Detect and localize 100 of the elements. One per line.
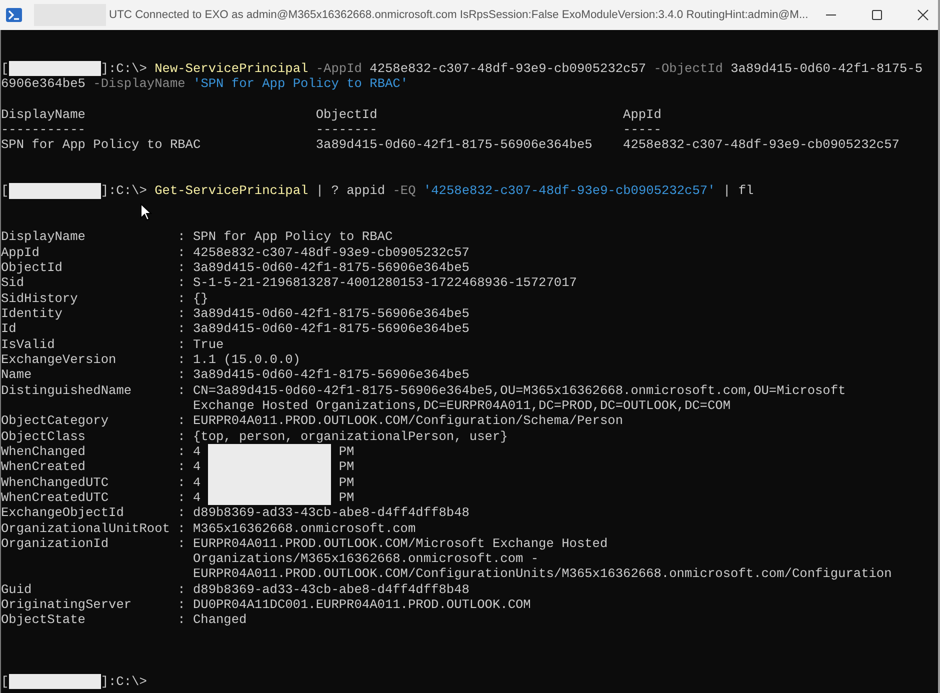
property-name: DistinguishedName bbox=[1, 382, 133, 400]
prompt-text: ]:C:\> bbox=[100, 674, 147, 689]
property-name: Id bbox=[1, 321, 18, 337]
property-value: EURPR04A011.PROD.OUTLOOK.COM/Configuration/Schema/Person bbox=[192, 413, 624, 429]
property-separator: : bbox=[178, 382, 186, 400]
table-cell-text: SPN for App Policy to RBAC bbox=[1, 137, 202, 153]
property-separator: : bbox=[178, 444, 186, 460]
table-cell-text: 3a89d415-0d60-42f1-8175-56906e364be5 bbox=[316, 137, 594, 153]
argument-text: 6906e364be5 bbox=[1, 76, 86, 91]
pipe-operator: | bbox=[722, 183, 731, 198]
property-name: WhenChanged bbox=[1, 444, 86, 460]
property-name: WhenChangedUTC bbox=[1, 474, 110, 490]
header-rule: -------- bbox=[316, 122, 378, 138]
property-value: SPN for App Policy to RBAC bbox=[192, 229, 393, 245]
property-separator: : bbox=[178, 428, 186, 444]
property-name: OrganizationalUnitRoot bbox=[1, 520, 171, 536]
property-value: Changed bbox=[192, 612, 247, 628]
cmdlet-name: Get-ServicePrincipal bbox=[154, 183, 308, 198]
column-header: AppId bbox=[623, 106, 662, 122]
property-separator: : bbox=[178, 597, 186, 612]
property-name: Guid bbox=[1, 582, 33, 598]
property-value: 3a89d415-0d60-42f1-8175-56906e364be5 bbox=[192, 306, 470, 322]
prompt-text: [ bbox=[1, 183, 9, 198]
property-value: {top, person, organizationalPerson, user} bbox=[192, 428, 508, 444]
property-separator: : bbox=[178, 367, 186, 383]
property-value: 1.1 (15.0.0.0) bbox=[192, 352, 300, 368]
property-value: PM bbox=[338, 490, 354, 506]
property-name: DisplayName bbox=[1, 229, 86, 245]
property-name: ObjectState bbox=[1, 612, 86, 628]
property-separator: : bbox=[178, 260, 186, 276]
window-title: UTC Connected to EXO as admin@M365x16362668.onmicrosoft.com IsRpsSession:False ExoModuleVersion:3.4.0 RoutingHint:admin@M... bbox=[109, 9, 808, 21]
property-value: EURPR04A011.PROD.OUTLOOK.COM/Microsoft Exchange Hosted bbox=[192, 536, 608, 552]
property-value: 4 bbox=[192, 459, 201, 475]
property-separator: : bbox=[178, 352, 186, 368]
parameter-name: -AppId bbox=[316, 60, 362, 76]
string-literal: '4258e832-c307-48df-93e9-cb0905232c57' bbox=[423, 183, 716, 198]
property-value: 4 bbox=[192, 474, 201, 490]
property-value: CN=3a89d415-0d60-42f1-8175-56906e364be5,OU=M365x16362668.onmicrosoft.com,OU=Microsoft bbox=[192, 382, 846, 398]
header-rule: ----------- bbox=[1, 122, 86, 138]
parameter-name: -ObjectId bbox=[654, 60, 723, 76]
property-name: ObjectClass bbox=[1, 428, 86, 444]
property-value: PM bbox=[338, 459, 354, 475]
argument-text: fl bbox=[738, 183, 754, 198]
close-icon[interactable] bbox=[917, 9, 930, 21]
property-value: EURPR04A011.PROD.OUTLOOK.COM/ConfigurationUnits/M365x16362668.onmicrosoft.com/Configuration bbox=[192, 566, 892, 582]
argument-text: appid bbox=[346, 183, 386, 198]
property-value: d89b8369-ad33-43cb-abe8-d4ff4dff8b48 bbox=[192, 582, 470, 598]
property-separator: : bbox=[178, 413, 186, 429]
prompt-text: ]:C:\> bbox=[100, 183, 147, 198]
property-separator: : bbox=[178, 490, 186, 506]
property-separator: : bbox=[178, 229, 186, 245]
property-name: SidHistory bbox=[1, 290, 79, 306]
property-separator: : bbox=[178, 520, 186, 536]
column-header: DisplayName bbox=[1, 106, 86, 122]
property-separator: : bbox=[178, 275, 186, 291]
prompt-text: [ bbox=[1, 674, 9, 689]
property-value: S-1-5-21-2196813287-4001280153-1722468936-15727017 bbox=[192, 275, 577, 291]
property-name: ExchangeObjectId bbox=[1, 505, 125, 520]
mouse-pointer-icon bbox=[140, 203, 152, 221]
cmdlet-name: New-ServicePrincipal bbox=[154, 60, 308, 76]
property-name: WhenCreated bbox=[1, 459, 86, 475]
property-separator: : bbox=[178, 612, 186, 628]
property-name: IsValid bbox=[1, 336, 56, 352]
property-value: 3a89d415-0d60-42f1-8175-56906e364be5 bbox=[192, 260, 470, 276]
string-literal: 'SPN for App Policy to RBAC' bbox=[193, 76, 408, 91]
pipe-operator: ? bbox=[331, 183, 339, 198]
property-separator: : bbox=[178, 290, 186, 306]
property-separator: : bbox=[178, 505, 186, 520]
powershell-icon bbox=[6, 7, 22, 23]
property-separator: : bbox=[178, 336, 186, 352]
property-name: Sid bbox=[1, 275, 26, 291]
property-value: d89b8369-ad33-43cb-abe8-d4ff4dff8b48 bbox=[192, 505, 470, 520]
property-separator: : bbox=[178, 582, 186, 598]
property-separator: : bbox=[178, 459, 186, 475]
property-value: PM bbox=[338, 474, 354, 490]
property-name: WhenCreatedUTC bbox=[1, 490, 110, 506]
prompt-text: ]:C:\> bbox=[100, 60, 147, 76]
column-header: ObjectId bbox=[316, 106, 378, 122]
parameter-name: -DisplayName bbox=[93, 76, 186, 91]
property-name: Name bbox=[1, 367, 33, 383]
maximize-icon[interactable] bbox=[871, 9, 884, 21]
property-value: M365x16362668.onmicrosoft.com bbox=[192, 520, 416, 536]
pipe-operator: | bbox=[316, 183, 324, 198]
property-value: Organizations/M365x16362668.onmicrosoft.com - bbox=[192, 551, 539, 566]
parameter-name: -EQ bbox=[392, 183, 416, 198]
table-cell-text: 4258e832-c307-48df-93e9-cb0905232c57 bbox=[623, 137, 900, 153]
property-value: 3a89d415-0d60-42f1-8175-56906e364be5 bbox=[192, 367, 470, 383]
property-value: 4 bbox=[192, 444, 201, 460]
property-value: Exchange Hosted Organizations,DC=EURPR04A011,DC=PROD,DC=OUTLOOK,DC=COM bbox=[192, 398, 731, 414]
property-name: ExchangeVersion bbox=[1, 352, 118, 368]
property-value: {} bbox=[192, 290, 208, 306]
prompt-text: [ bbox=[1, 60, 9, 76]
property-separator: : bbox=[178, 536, 186, 553]
property-separator: : bbox=[178, 306, 186, 322]
header-rule: ----- bbox=[623, 122, 662, 138]
property-name: ObjectCategory bbox=[1, 413, 110, 429]
property-separator: : bbox=[178, 474, 186, 490]
property-value: 4258e832-c307-48df-93e9-cb0905232c57 bbox=[192, 244, 470, 260]
property-value: PM bbox=[338, 444, 354, 460]
property-name: AppId bbox=[1, 244, 40, 260]
